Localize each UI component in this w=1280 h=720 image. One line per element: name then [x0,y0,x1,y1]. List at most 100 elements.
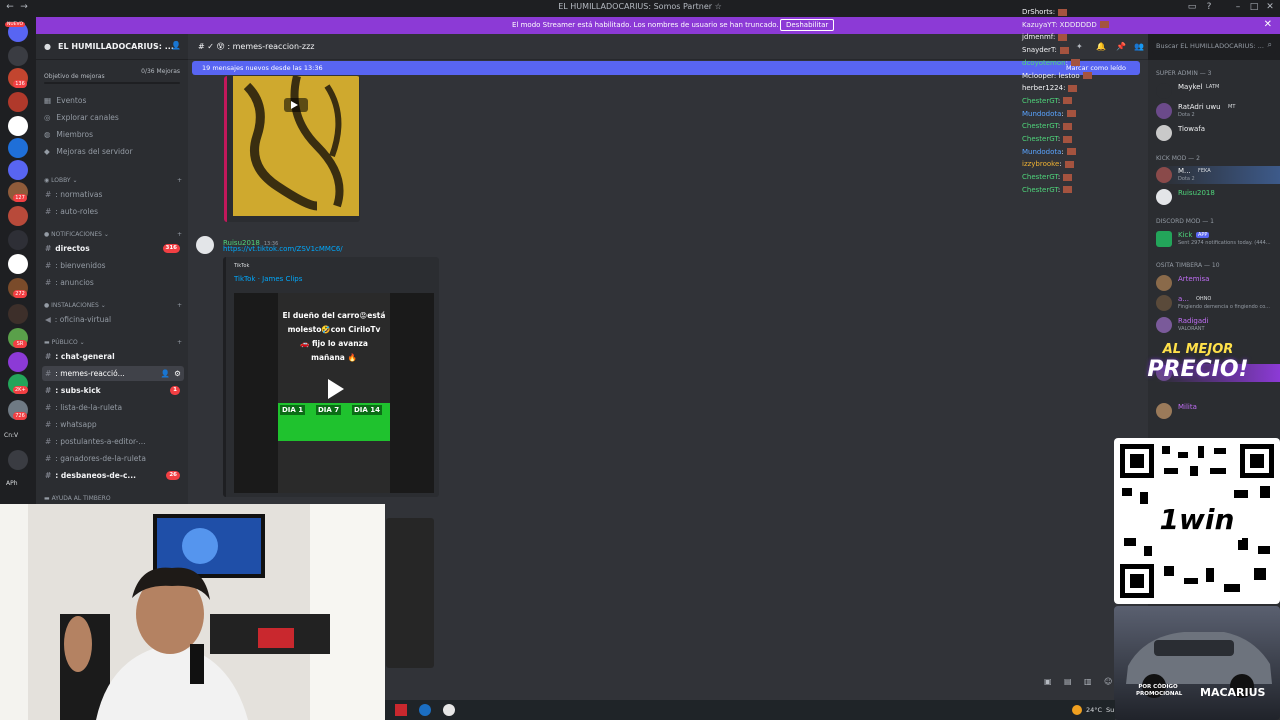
server-badge: 272 [13,290,27,298]
back-icon[interactable]: ← [4,2,16,12]
server-icon[interactable] [8,138,28,158]
add-channel-icon[interactable]: + [177,231,182,238]
server-icon[interactable] [8,450,28,470]
member-item[interactable]: M... FEKA Dota 2 [1156,166,1280,184]
nav-events[interactable]: ▦ Eventos [44,96,184,110]
member-item[interactable]: Artemisa [1156,274,1280,292]
category-notificaciones[interactable]: ● NOTIFICACIONES ⌄ + [44,231,182,238]
member-item[interactable]: Maykel LATM [1156,82,1280,100]
video-attachment[interactable] [224,76,360,222]
member-item[interactable]: a... OHNO Fingiendo demencia o fingiendo c… [1156,294,1280,312]
message-link[interactable]: https://vt.tiktok.com/ZSV1cMMC6/ [223,245,343,253]
stream-chat-user: Mundodota [1022,109,1062,118]
minimize-icon[interactable]: – [1232,2,1244,12]
server-icon[interactable] [8,230,28,250]
embed-title[interactable]: TikTok · James Clips [234,275,302,283]
member-list-icon[interactable]: 👥 [1134,42,1144,51]
category-ayuda[interactable]: ▬ AYUDA AL TIMBERO [44,495,182,502]
member-item[interactable]: Milita [1156,402,1280,420]
app-icon[interactable] [443,704,455,716]
gif-icon[interactable]: ▤ [1064,677,1072,686]
member-item[interactable]: Tiowafa [1156,124,1280,142]
search-input[interactable]: Buscar EL HUMILLADOCARIUS: ... ⌕ [1152,38,1276,54]
channel-bienvenidos[interactable]: #: bienvenidos [42,258,184,273]
server-icon[interactable] [8,254,28,274]
play-icon[interactable] [320,375,348,403]
channel-postulantes[interactable]: #: postulantes-a-editor-... [42,434,184,449]
sticker-icon[interactable]: ▥ [1084,677,1092,686]
category-lobby[interactable]: ◉ LOBBY ⌄ + [44,177,182,184]
server-label[interactable]: Cn:V [4,432,18,439]
gear-icon[interactable]: ⚙ [174,366,181,381]
boost-goal[interactable]: Objetivo de mejoras 0/36 Mejoras [44,68,180,80]
server-header[interactable]: ● EL HUMILLADOCARIUS: ... ⌄ 👤 [36,34,188,60]
server-icon[interactable] [8,304,28,324]
member-item[interactable]: RatAdri uwu MT Dota 2 [1156,102,1280,120]
category-label: LOBBY [51,177,71,184]
channel-whatsapp[interactable]: #: whatsapp [42,417,184,432]
emote-icon [1064,160,1074,168]
member-item[interactable]: Ruisu2018 [1156,188,1280,206]
channel-subs-kick[interactable]: #: subs-kick 1 [42,383,184,398]
avatar[interactable] [196,236,214,254]
channel-header: # ✓ 😵 : memes-reaccion-zzz [188,34,1148,60]
invite-icon[interactable]: 👤 [171,41,181,50]
close-banner-icon[interactable]: ✕ [1264,19,1272,30]
server-icon[interactable] [8,46,28,66]
channel-chat-general[interactable]: #: chat-general [42,349,184,364]
steam-icon[interactable] [419,704,431,716]
app-icon[interactable] [395,704,407,716]
member-item[interactable]: Radigadi VALORANT [1156,316,1280,334]
channel-anuncios[interactable]: #: anuncios [42,275,184,290]
add-channel-icon[interactable]: + [177,177,182,184]
inbox-icon[interactable]: ▭ [1186,2,1198,12]
category-publico[interactable]: ▬ PÚBLICO ⌄ + [44,339,182,346]
channel-label: : memes-reacció... [55,369,125,378]
promo-code-label: POR CÓDIGO PROMOCIONAL [1136,684,1183,697]
channel-oficina-virtual[interactable]: ◀: oficina-virtual [42,312,184,327]
add-channel-icon[interactable]: + [177,302,182,309]
threads-icon[interactable]: ✦ [1076,42,1083,51]
nav-server-boosts[interactable]: ◆ Mejoras del servidor [44,147,184,161]
channel-lista-de-la-ruleta[interactable]: #: lista-de-la-ruleta [42,400,184,415]
weather-condition: Su [1106,706,1115,714]
add-channel-icon[interactable]: + [177,339,182,346]
chevron-down-icon[interactable]: ⌄ [154,42,160,50]
nav-explore-channels[interactable]: ◎ Explorar canales [44,113,184,127]
channel-desbaneos[interactable]: #: desbaneos-de-c... 26 [42,468,184,483]
gift-icon[interactable]: ▣ [1044,677,1052,686]
server-icon[interactable] [8,160,28,180]
server-label[interactable]: APh [6,480,18,487]
member-item[interactable]: Kick APP Sent 2974 notifications today. (4… [1156,230,1280,248]
emoji-icon[interactable]: ☺ [1104,677,1112,686]
channel-label: : postulantes-a-editor-... [55,437,146,446]
disable-streamer-button[interactable]: Deshabilitar [780,19,835,31]
attachment-preview[interactable] [386,518,434,668]
stream-chat-user: DrShorts [1022,8,1053,16]
invite-icon[interactable]: 👤 [161,366,170,381]
server-icon[interactable] [8,206,28,226]
channel-memes-reaccion[interactable]: #: memes-reacció... 👤 ⚙ [42,366,184,381]
embed-video[interactable]: El dueño del carro😡está molesto🤣con Ciri… [234,293,434,493]
forward-icon[interactable]: → [18,2,30,12]
server-icon[interactable] [8,352,28,372]
channel-ganadores[interactable]: #: ganadores-de-la-ruleta [42,451,184,466]
channel-normativas[interactable]: #: normativas [42,187,184,202]
help-icon[interactable]: ? [1203,2,1215,12]
nav-members[interactable]: ◍ Miembros [44,130,184,144]
new-messages-bar[interactable]: 19 mensajes nuevos desde las 13:36 Marca… [192,61,1140,75]
stream-chat-line: izzybrooke: [1022,158,1074,171]
category-instalaciones[interactable]: ● INSTALACIONES ⌄ + [44,302,182,309]
maximize-icon[interactable]: □ [1248,2,1260,12]
new-messages-text: 19 mensajes nuevos desde las 13:36 [202,64,323,72]
stream-chat-text: : [1065,58,1068,67]
channel-auto-roles[interactable]: #: auto-roles [42,204,184,219]
bell-icon[interactable]: 🔔 [1096,42,1106,51]
close-window-icon[interactable]: ✕ [1264,2,1276,12]
member-tag: LATM [1206,84,1220,90]
channel-directos[interactable]: # directos 316 [42,241,184,256]
server-icon[interactable] [8,116,28,136]
pin-icon[interactable]: 📌 [1116,42,1126,51]
hash-icon: # [45,471,52,480]
server-icon[interactable] [8,92,28,112]
